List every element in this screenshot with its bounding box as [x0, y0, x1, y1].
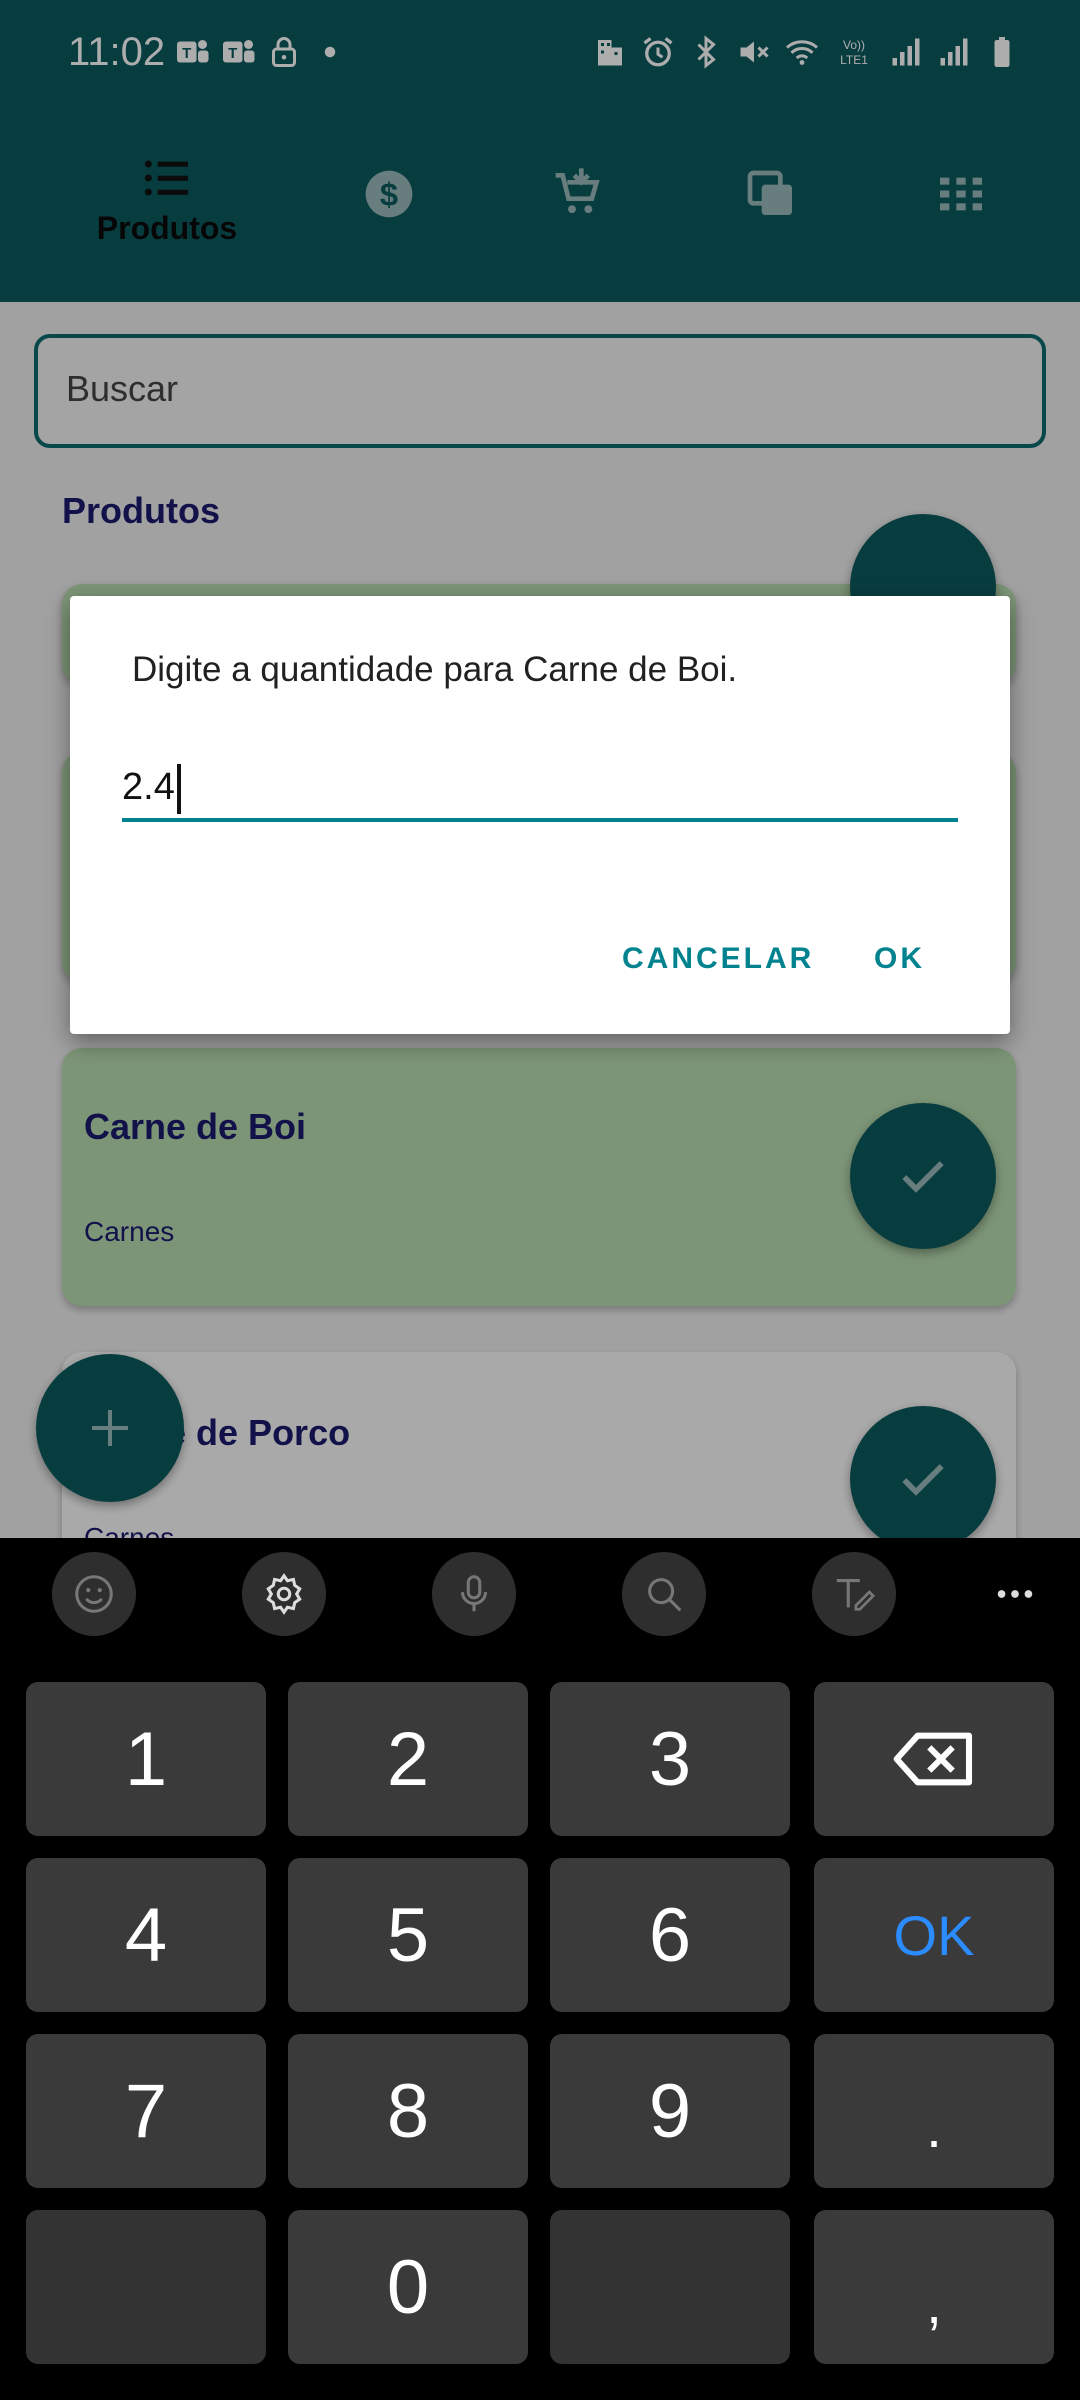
key-blank: [550, 2210, 790, 2364]
key-5[interactable]: 5: [288, 1858, 528, 2012]
cancel-button[interactable]: CANCELAR: [622, 942, 814, 976]
more-icon: [997, 1590, 1033, 1598]
keyboard-ok-key[interactable]: OK: [814, 1858, 1054, 2012]
settings-button[interactable]: [242, 1552, 326, 1636]
key-blank: [26, 2210, 266, 2364]
key-1[interactable]: 1: [26, 1682, 266, 1836]
settings-icon: [266, 1573, 302, 1615]
handwriting-icon: [836, 1579, 876, 1611]
key-2[interactable]: 2: [288, 1682, 528, 1836]
ok-button[interactable]: OK: [874, 942, 925, 976]
search-icon: [648, 1578, 682, 1612]
quantity-input[interactable]: 2.4: [122, 760, 958, 822]
emoji-icon: [75, 1575, 113, 1613]
mic-icon: [460, 1575, 488, 1612]
quantity-value: 2.4: [122, 766, 175, 808]
emoji-button[interactable]: [52, 1552, 136, 1636]
key-comma[interactable]: ,: [814, 2210, 1054, 2364]
backspace-key[interactable]: [814, 1682, 1054, 1836]
key-dot[interactable]: .: [814, 2034, 1054, 2188]
voice-input-button[interactable]: [432, 1552, 516, 1636]
more-options-button[interactable]: [973, 1552, 1057, 1636]
backspace-icon: [893, 1732, 973, 1786]
key-6[interactable]: 6: [550, 1858, 790, 2012]
keyboard-search-button[interactable]: [622, 1552, 706, 1636]
text-caret: [177, 764, 181, 814]
key-8[interactable]: 8: [288, 2034, 528, 2188]
key-9[interactable]: 9: [550, 2034, 790, 2188]
dialog-title: Digite a quantidade para Carne de Boi.: [132, 650, 738, 689]
key-3[interactable]: 3: [550, 1682, 790, 1836]
numeric-keyboard: 1 2 3 4 5 6 OK 7 8 9 . 0 ,: [0, 1538, 1080, 2400]
key-7[interactable]: 7: [26, 2034, 266, 2188]
app-screen: 11:02 T T Vo)) LTE1 Produtos $ Buscar Pr…: [0, 0, 1080, 1538]
key-4[interactable]: 4: [26, 1858, 266, 2012]
key-0[interactable]: 0: [288, 2210, 528, 2364]
quantity-dialog: Digite a quantidade para Carne de Boi. 2…: [70, 596, 1010, 1034]
handwriting-button[interactable]: [812, 1552, 896, 1636]
